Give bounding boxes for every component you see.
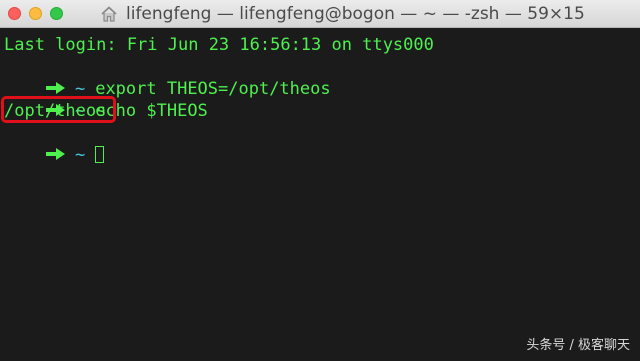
window-titlebar[interactable]: lifengfeng — lifengfeng@bogon — ~ — -zsh…	[0, 0, 640, 28]
minimize-window-button[interactable]	[29, 7, 42, 20]
last-login-line: Last login: Fri Jun 23 16:56:13 on ttys0…	[4, 35, 434, 55]
prompt-arrow-icon	[45, 148, 65, 160]
current-prompt-line: ~	[4, 122, 105, 165]
terminal-content[interactable]: Last login: Fri Jun 23 16:56:13 on ttys0…	[0, 28, 640, 361]
output-highlight-box	[1, 96, 116, 123]
prompt-tilde: ~	[74, 145, 86, 165]
close-window-button[interactable]	[8, 7, 21, 20]
window-title-area: lifengfeng — lifengfeng@bogon — ~ — -zsh…	[100, 0, 640, 28]
watermark: 头条号 / 极客聊天	[526, 338, 630, 353]
window-title: lifengfeng — lifengfeng@bogon — ~ — -zsh…	[126, 4, 585, 24]
zoom-window-button[interactable]	[50, 7, 63, 20]
window-controls	[8, 7, 63, 20]
command-line-1: ~ export THEOS=/opt/theos	[4, 56, 331, 99]
text-cursor[interactable]	[95, 146, 105, 163]
home-icon	[101, 6, 117, 22]
